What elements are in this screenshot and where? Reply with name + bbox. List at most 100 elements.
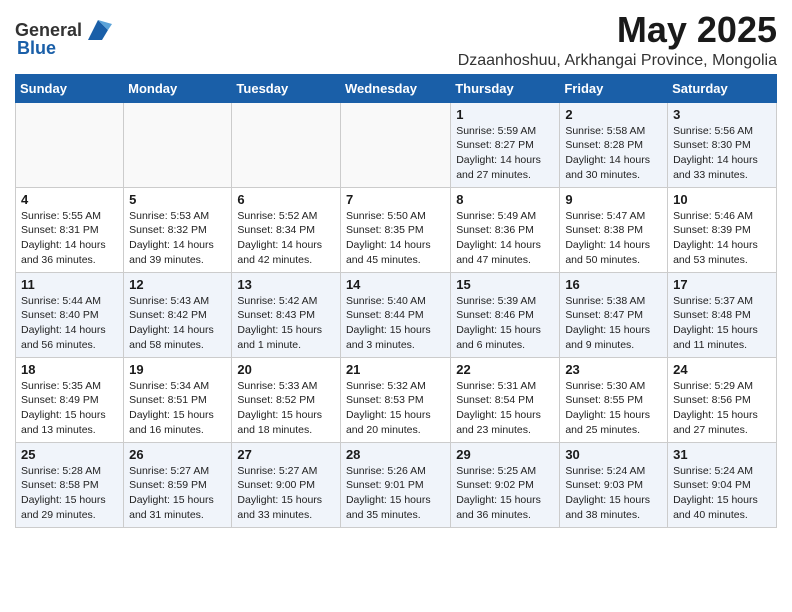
column-header-thursday: Thursday xyxy=(451,74,560,102)
day-info: Sunrise: 5:33 AM Sunset: 8:52 PM Dayligh… xyxy=(237,380,322,436)
calendar-cell: 22 Sunrise: 5:31 AM Sunset: 8:54 PM Dayli… xyxy=(451,357,560,442)
calendar-cell: 23 Sunrise: 5:30 AM Sunset: 8:55 PM Dayli… xyxy=(560,357,668,442)
week-row-1: 1 Sunrise: 5:59 AM Sunset: 8:27 PM Daylig… xyxy=(16,102,777,187)
day-number: 7 xyxy=(346,192,445,207)
calendar-cell: 31Sunrise: 5:24 AM Sunset: 9:04 PM Dayli… xyxy=(668,442,777,527)
day-info: Sunrise: 5:28 AM Sunset: 8:58 PM Dayligh… xyxy=(21,465,106,521)
calendar-cell: 28Sunrise: 5:26 AM Sunset: 9:01 PM Dayli… xyxy=(340,442,450,527)
location-title: Dzaanhoshuu, Arkhangai Province, Mongoli… xyxy=(458,52,777,70)
page-header: General Blue May 2025 Dzaanhoshuu, Arkha… xyxy=(15,10,777,70)
day-info: Sunrise: 5:25 AM Sunset: 9:02 PM Dayligh… xyxy=(456,465,541,521)
week-row-5: 25 Sunrise: 5:28 AM Sunset: 8:58 PM Dayli… xyxy=(16,442,777,527)
day-info: Sunrise: 5:40 AM Sunset: 8:44 PM Dayligh… xyxy=(346,295,431,351)
day-number: 26 xyxy=(129,447,226,462)
calendar-cell: 14Sunrise: 5:40 AM Sunset: 8:44 PM Dayli… xyxy=(340,272,450,357)
day-info: Sunrise: 5:56 AM Sunset: 8:30 PM Dayligh… xyxy=(673,125,758,181)
day-number: 20 xyxy=(237,362,335,377)
day-number: 23 xyxy=(565,362,662,377)
calendar-cell: 15 Sunrise: 5:39 AM Sunset: 8:46 PM Dayli… xyxy=(451,272,560,357)
day-info: Sunrise: 5:46 AM Sunset: 8:39 PM Dayligh… xyxy=(673,210,758,266)
day-number: 1 xyxy=(456,107,554,122)
logo-blue: Blue xyxy=(17,38,56,59)
day-number: 24 xyxy=(673,362,771,377)
calendar-cell: 30 Sunrise: 5:24 AM Sunset: 9:03 PM Dayli… xyxy=(560,442,668,527)
column-header-wednesday: Wednesday xyxy=(340,74,450,102)
day-number: 8 xyxy=(456,192,554,207)
day-number: 5 xyxy=(129,192,226,207)
calendar-cell: 24Sunrise: 5:29 AM Sunset: 8:56 PM Dayli… xyxy=(668,357,777,442)
calendar-cell: 9 Sunrise: 5:47 AM Sunset: 8:38 PM Daylig… xyxy=(560,187,668,272)
calendar-cell: 6Sunrise: 5:52 AM Sunset: 8:34 PM Daylig… xyxy=(232,187,341,272)
day-info: Sunrise: 5:35 AM Sunset: 8:49 PM Dayligh… xyxy=(21,380,106,436)
calendar-cell: 3 Sunrise: 5:56 AM Sunset: 8:30 PM Daylig… xyxy=(668,102,777,187)
day-info: Sunrise: 5:42 AM Sunset: 8:43 PM Dayligh… xyxy=(237,295,322,351)
day-info: Sunrise: 5:53 AM Sunset: 8:32 PM Dayligh… xyxy=(129,210,214,266)
day-number: 11 xyxy=(21,277,118,292)
week-row-3: 11 Sunrise: 5:44 AM Sunset: 8:40 PM Dayli… xyxy=(16,272,777,357)
column-header-friday: Friday xyxy=(560,74,668,102)
day-info: Sunrise: 5:30 AM Sunset: 8:55 PM Dayligh… xyxy=(565,380,650,436)
calendar-cell: 19Sunrise: 5:34 AM Sunset: 8:51 PM Dayli… xyxy=(124,357,232,442)
calendar-cell: 27 Sunrise: 5:27 AM Sunset: 9:00 PM Dayli… xyxy=(232,442,341,527)
column-header-tuesday: Tuesday xyxy=(232,74,341,102)
calendar-cell: 17Sunrise: 5:37 AM Sunset: 8:48 PM Dayli… xyxy=(668,272,777,357)
day-info: Sunrise: 5:31 AM Sunset: 8:54 PM Dayligh… xyxy=(456,380,541,436)
day-number: 12 xyxy=(129,277,226,292)
day-number: 13 xyxy=(237,277,335,292)
calendar-cell xyxy=(16,102,124,187)
day-info: Sunrise: 5:27 AM Sunset: 8:59 PM Dayligh… xyxy=(129,465,214,521)
day-number: 2 xyxy=(565,107,662,122)
day-info: Sunrise: 5:59 AM Sunset: 8:27 PM Dayligh… xyxy=(456,125,541,181)
day-number: 25 xyxy=(21,447,118,462)
day-info: Sunrise: 5:52 AM Sunset: 8:34 PM Dayligh… xyxy=(237,210,322,266)
day-number: 9 xyxy=(565,192,662,207)
calendar-cell: 2 Sunrise: 5:58 AM Sunset: 8:28 PM Daylig… xyxy=(560,102,668,187)
day-info: Sunrise: 5:43 AM Sunset: 8:42 PM Dayligh… xyxy=(129,295,214,351)
calendar-cell: 18 Sunrise: 5:35 AM Sunset: 8:49 PM Dayli… xyxy=(16,357,124,442)
day-number: 29 xyxy=(456,447,554,462)
day-info: Sunrise: 5:55 AM Sunset: 8:31 PM Dayligh… xyxy=(21,210,106,266)
day-info: Sunrise: 5:39 AM Sunset: 8:46 PM Dayligh… xyxy=(456,295,541,351)
month-title: May 2025 xyxy=(458,10,777,50)
day-number: 30 xyxy=(565,447,662,462)
calendar-cell xyxy=(124,102,232,187)
day-info: Sunrise: 5:24 AM Sunset: 9:03 PM Dayligh… xyxy=(565,465,650,521)
day-number: 28 xyxy=(346,447,445,462)
day-number: 4 xyxy=(21,192,118,207)
column-header-sunday: Sunday xyxy=(16,74,124,102)
day-info: Sunrise: 5:58 AM Sunset: 8:28 PM Dayligh… xyxy=(565,125,650,181)
day-info: Sunrise: 5:34 AM Sunset: 8:51 PM Dayligh… xyxy=(129,380,214,436)
calendar-cell: 25 Sunrise: 5:28 AM Sunset: 8:58 PM Dayli… xyxy=(16,442,124,527)
week-row-4: 18 Sunrise: 5:35 AM Sunset: 8:49 PM Dayli… xyxy=(16,357,777,442)
calendar-cell: 20 Sunrise: 5:33 AM Sunset: 8:52 PM Dayli… xyxy=(232,357,341,442)
day-number: 16 xyxy=(565,277,662,292)
day-info: Sunrise: 5:27 AM Sunset: 9:00 PM Dayligh… xyxy=(237,465,322,521)
day-number: 15 xyxy=(456,277,554,292)
week-row-2: 4 Sunrise: 5:55 AM Sunset: 8:31 PM Daylig… xyxy=(16,187,777,272)
day-info: Sunrise: 5:24 AM Sunset: 9:04 PM Dayligh… xyxy=(673,465,758,521)
calendar-header-row: SundayMondayTuesdayWednesdayThursdayFrid… xyxy=(16,74,777,102)
calendar-cell: 11 Sunrise: 5:44 AM Sunset: 8:40 PM Dayli… xyxy=(16,272,124,357)
calendar-cell: 5 Sunrise: 5:53 AM Sunset: 8:32 PM Daylig… xyxy=(124,187,232,272)
day-info: Sunrise: 5:49 AM Sunset: 8:36 PM Dayligh… xyxy=(456,210,541,266)
calendar-cell: 16 Sunrise: 5:38 AM Sunset: 8:47 PM Dayli… xyxy=(560,272,668,357)
calendar-cell: 12 Sunrise: 5:43 AM Sunset: 8:42 PM Dayli… xyxy=(124,272,232,357)
day-number: 3 xyxy=(673,107,771,122)
day-info: Sunrise: 5:50 AM Sunset: 8:35 PM Dayligh… xyxy=(346,210,431,266)
day-info: Sunrise: 5:38 AM Sunset: 8:47 PM Dayligh… xyxy=(565,295,650,351)
day-info: Sunrise: 5:37 AM Sunset: 8:48 PM Dayligh… xyxy=(673,295,758,351)
calendar-cell: 29 Sunrise: 5:25 AM Sunset: 9:02 PM Dayli… xyxy=(451,442,560,527)
calendar-cell xyxy=(340,102,450,187)
calendar-cell: 8 Sunrise: 5:49 AM Sunset: 8:36 PM Daylig… xyxy=(451,187,560,272)
day-info: Sunrise: 5:44 AM Sunset: 8:40 PM Dayligh… xyxy=(21,295,106,351)
calendar-cell: 7 Sunrise: 5:50 AM Sunset: 8:35 PM Daylig… xyxy=(340,187,450,272)
day-number: 27 xyxy=(237,447,335,462)
calendar-cell: 21Sunrise: 5:32 AM Sunset: 8:53 PM Dayli… xyxy=(340,357,450,442)
calendar-cell: 26 Sunrise: 5:27 AM Sunset: 8:59 PM Dayli… xyxy=(124,442,232,527)
calendar-table: SundayMondayTuesdayWednesdayThursdayFrid… xyxy=(15,74,777,528)
day-info: Sunrise: 5:32 AM Sunset: 8:53 PM Dayligh… xyxy=(346,380,431,436)
calendar-cell xyxy=(232,102,341,187)
day-number: 22 xyxy=(456,362,554,377)
day-number: 18 xyxy=(21,362,118,377)
day-info: Sunrise: 5:47 AM Sunset: 8:38 PM Dayligh… xyxy=(565,210,650,266)
